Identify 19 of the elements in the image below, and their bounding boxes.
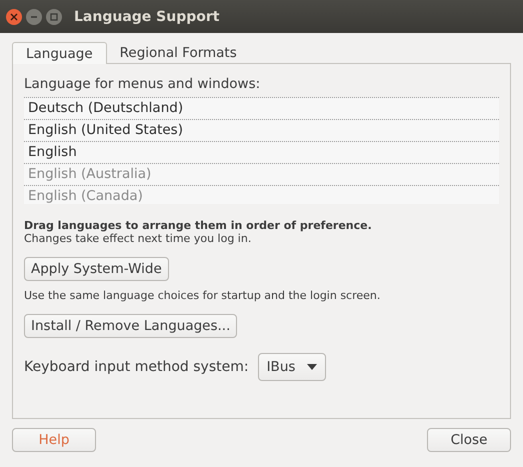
minimize-icon[interactable] [26, 8, 42, 24]
language-item[interactable]: English [24, 142, 499, 164]
note-text: Changes take effect next time you log in. [24, 232, 252, 245]
close-button[interactable]: Close [427, 428, 511, 452]
language-item[interactable]: Deutsch (Deutschland) [24, 98, 499, 120]
language-item[interactable]: English (United States) [24, 120, 499, 142]
hint-text: Drag languages to arrange them in order of preference. [24, 219, 373, 232]
apply-note: Use the same language choices for startup and the login screen. [24, 289, 382, 302]
apply-system-wide-button[interactable]: Apply System-Wide [24, 257, 169, 281]
tab[interactable]: Regional Formats [106, 42, 250, 63]
dropdown-arrow-icon [307, 364, 318, 370]
install-languages-button[interactable]: Install / Remove Languages... [24, 314, 238, 338]
maximize-icon[interactable] [46, 8, 62, 24]
input-method-dropdown[interactable]: IBus [258, 353, 326, 381]
list-label: Language for menus and windows: [24, 76, 262, 92]
keyboard-input-label: Keyboard input method system: [24, 359, 249, 375]
window-title: Language Support [74, 8, 220, 24]
close-icon[interactable] [6, 8, 22, 24]
tab[interactable]: Language [12, 42, 107, 64]
